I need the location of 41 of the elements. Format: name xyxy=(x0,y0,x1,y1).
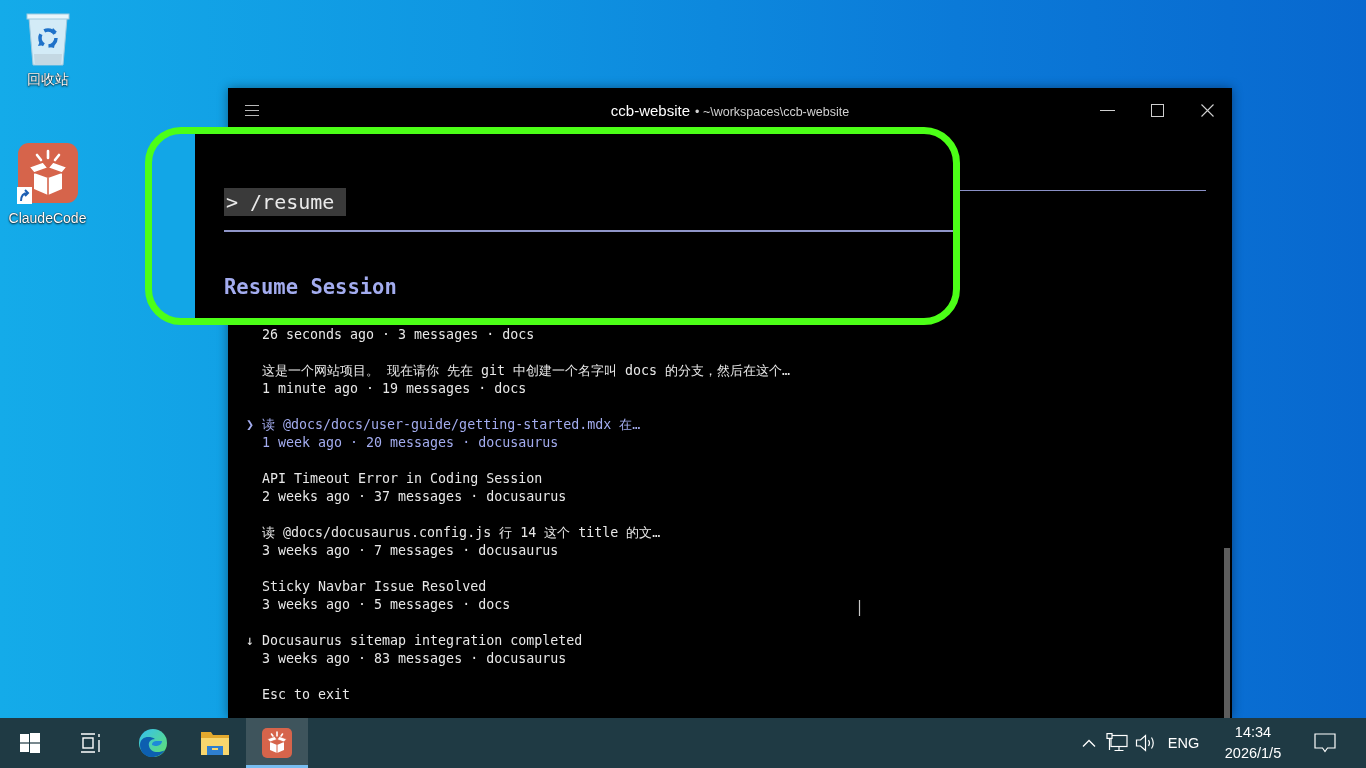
recycle-bin-icon[interactable] xyxy=(23,10,72,66)
command-input[interactable]: > /resume xyxy=(224,188,347,216)
session-meta: 3 weeks ago · 5 messages · docs xyxy=(262,596,511,614)
text-cursor-icon xyxy=(858,600,861,616)
folder-icon xyxy=(200,730,230,756)
language-indicator[interactable]: ENG xyxy=(1167,735,1200,751)
minimize-icon xyxy=(1099,109,1115,111)
clock-time[interactable]: 14:34 xyxy=(1234,722,1272,743)
resume-heading: Resume Session xyxy=(224,274,397,300)
session-meta: 1 minute ago · 19 messages · docs xyxy=(262,380,527,398)
box-app-icon xyxy=(262,728,292,758)
box-app-icon[interactable] xyxy=(16,143,79,205)
session-meta: 26 seconds ago · 3 messages · docs xyxy=(262,326,535,344)
task-view-icon xyxy=(80,733,102,753)
selection-pointer: ❯ xyxy=(246,416,254,434)
exit-hint: Esc to exit xyxy=(262,686,351,704)
session-title[interactable]: 读 @docs/docusaurus.config.js 行 14 这个 title 的文… xyxy=(262,524,661,542)
session-meta: 3 weeks ago · 7 messages · docusaurus xyxy=(262,542,559,560)
session-title[interactable]: Sticky Navbar Issue Resolved xyxy=(262,578,487,596)
clock-date[interactable]: 2026/1/5 xyxy=(1224,743,1282,764)
session-meta: 2 weeks ago · 37 messages · docusaurus xyxy=(262,488,567,506)
session-meta: 1 week ago · 20 messages · docusaurus xyxy=(262,434,559,452)
network-icon[interactable] xyxy=(1106,733,1128,753)
volume-icon[interactable] xyxy=(1135,734,1157,752)
window-subtitle: • ~\workspaces\ccb-website xyxy=(695,104,850,119)
window-title: ccb-website xyxy=(610,101,691,119)
session-title[interactable]: 这是一个网站项目。 现在请你 先在 git 中创建一个名字叫 docs 的分支，然后在这个… xyxy=(262,362,791,380)
more-below-indicator: ↓ xyxy=(246,632,254,650)
maximize-icon xyxy=(1150,103,1164,117)
menu-icon[interactable] xyxy=(245,104,259,116)
browser-icon xyxy=(138,728,168,758)
session-title[interactable]: 读 @docs/docs/user-guide/getting-started.mdx 在… xyxy=(262,416,641,434)
chevron-up-icon[interactable] xyxy=(1082,739,1096,747)
session-title[interactable]: API Timeout Error in Coding Session xyxy=(262,470,543,488)
scrollbar-thumb[interactable] xyxy=(1224,548,1230,718)
windows-logo-icon xyxy=(20,733,40,753)
notification-icon[interactable] xyxy=(1314,733,1336,753)
session-meta: 3 weeks ago · 83 messages · docusaurus xyxy=(262,650,567,668)
session-title[interactable]: Docusaurus sitemap integration completed xyxy=(262,632,583,650)
close-icon xyxy=(1200,103,1214,117)
app-button[interactable] xyxy=(246,718,308,768)
